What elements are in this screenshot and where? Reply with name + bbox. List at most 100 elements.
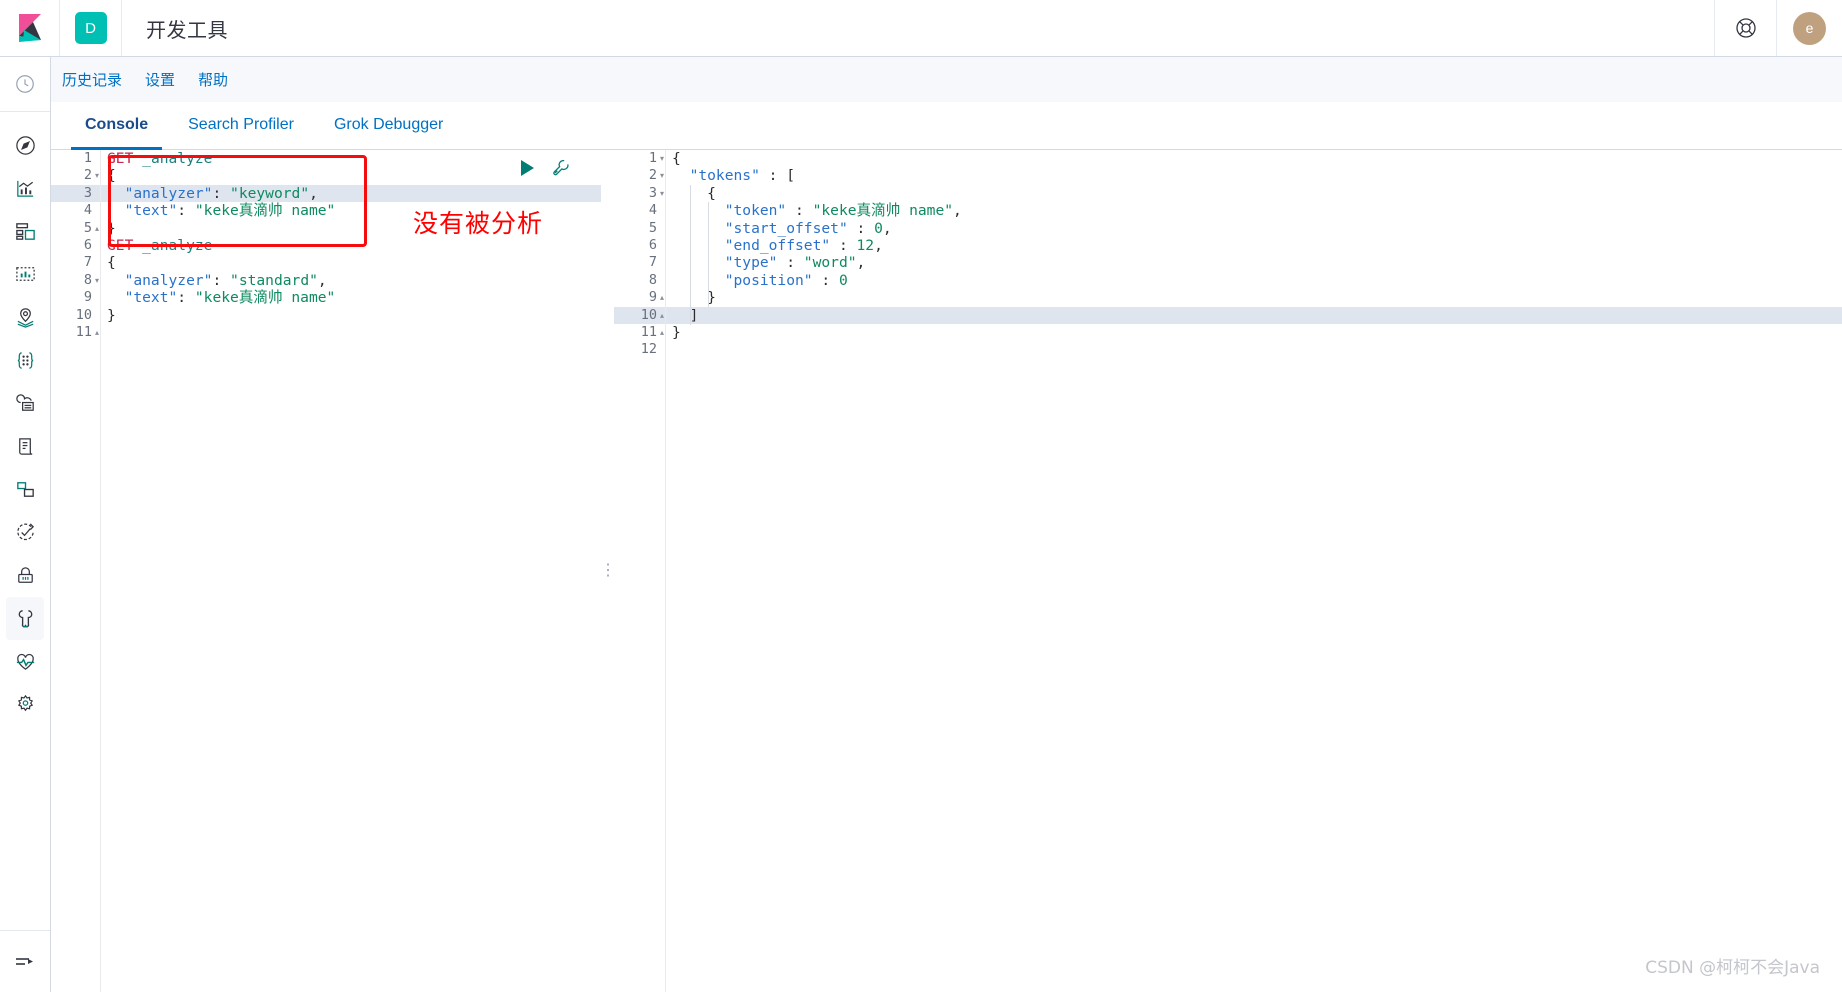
tab-console[interactable]: Console <box>71 116 163 150</box>
request-line-gutter: 1 2 ▾ 3 4 5 ▴ 6 7 8 ▾ 9 10 11 ▴ <box>51 150 101 992</box>
line-number: 11 <box>75 323 92 340</box>
code-token: "keyword" <box>230 184 310 202</box>
space-badge-wrap[interactable]: D <box>60 0 122 56</box>
wrench-open-docs-icon[interactable] <box>551 158 571 183</box>
kibana-logo[interactable] <box>0 0 60 56</box>
avatar-cell[interactable]: e <box>1776 0 1842 56</box>
sidebar-item-apm[interactable] <box>0 468 50 511</box>
collapse-arrow-icon[interactable] <box>0 930 50 992</box>
code-token: "text" <box>124 289 178 307</box>
code-line[interactable]: "token" : "keke真滴帅 name", <box>666 202 1842 219</box>
code-line[interactable]: "end_offset" : 12, <box>666 237 1842 254</box>
code-line[interactable]: ] <box>666 306 1842 325</box>
code-token: "end_offset" <box>724 237 831 255</box>
code-token: , <box>953 202 962 220</box>
code-token: "token" <box>724 202 787 220</box>
line-number: 10 <box>75 306 92 323</box>
nav-link-settings[interactable]: 设置 <box>145 69 175 90</box>
code-line[interactable]: { <box>666 185 1842 202</box>
code-token: : <box>777 254 804 272</box>
gutter-line: 5 <box>614 220 665 237</box>
gutter-line: 2 ▾ <box>614 167 665 184</box>
code-token: : <box>212 184 231 202</box>
sidebar-item-maps[interactable] <box>0 296 50 339</box>
code-line[interactable]: "analyzer": "standard", <box>101 271 601 289</box>
code-line[interactable]: { <box>666 150 1842 167</box>
gutter-line: 4 <box>614 202 665 219</box>
gutter-line: 11 ▴ <box>614 324 665 341</box>
code-line[interactable]: } <box>666 289 1842 306</box>
nav-link-history[interactable]: 历史记录 <box>62 69 122 90</box>
code-token: "keke真滴帅 name" <box>194 289 336 307</box>
gutter-line: 3 <box>51 184 100 203</box>
sidebar-item-security[interactable] <box>0 554 50 597</box>
sidebar-item-dashboard[interactable] <box>0 210 50 253</box>
code-line[interactable]: { <box>101 254 601 271</box>
code-token: : <box>212 271 231 289</box>
gutter-line: 11 ▴ <box>51 324 100 341</box>
gutter-line: 1 <box>51 150 100 167</box>
gutter-line: 1 ▾ <box>614 150 665 167</box>
sidebar-item-machine-learning[interactable] <box>0 339 50 382</box>
nav-link-help[interactable]: 帮助 <box>198 69 228 90</box>
code-line[interactable]: } <box>101 307 601 324</box>
gutter-line: 9 ▴ <box>614 289 665 306</box>
response-viewer-pane[interactable]: 1 ▾ 2 ▾ 3 ▾ 4 5 6 7 8 9 ▴ 10 ▴ 11 ▴ 12 { "tokens" : [ { "… <box>614 150 1842 992</box>
space-badge[interactable]: D <box>74 12 107 44</box>
code-token: , <box>309 184 318 202</box>
code-token: : <box>847 219 875 237</box>
sidebar-item-infrastructure[interactable] <box>0 382 50 425</box>
tab-grok-debugger[interactable]: Grok Debugger <box>320 116 457 150</box>
line-number: 9 <box>83 289 92 306</box>
annotation-label: 没有被分析 <box>413 209 544 238</box>
code-line[interactable]: "text": "keke真滴帅 name" <box>101 289 601 307</box>
sidebar-item-uptime[interactable] <box>0 640 50 683</box>
gutter-line: 6 <box>51 237 100 254</box>
request-editor-pane[interactable]: 1 2 ▾ 3 4 5 ▴ 6 7 8 ▾ 9 10 11 ▴ GET _analyze{ "analyze… <box>51 150 602 992</box>
pane-divider[interactable]: ⋮ <box>600 150 616 992</box>
line-number: 8 <box>648 271 657 288</box>
code-token: { <box>707 184 716 202</box>
code-token: "tokens" <box>689 167 760 185</box>
play-send-request-icon[interactable] <box>517 158 537 183</box>
code-line[interactable]: "start_offset" : 0, <box>666 220 1842 237</box>
code-line[interactable]: "tokens" : [ <box>666 167 1842 184</box>
code-line[interactable]: "analyzer": "keyword", <box>101 184 601 203</box>
line-number: 5 <box>648 219 657 236</box>
sidebar-item-siem[interactable] <box>0 511 50 554</box>
code-token: GET <box>107 237 143 255</box>
tab-search-profiler[interactable]: Search Profiler <box>174 116 308 150</box>
gutter-line: 8 ▾ <box>51 272 100 289</box>
code-token: : <box>759 167 787 185</box>
code-token: "word" <box>803 254 857 272</box>
avatar[interactable]: e <box>1793 11 1826 45</box>
sidebar-item-dev-tools[interactable] <box>6 597 44 640</box>
code-token: { <box>107 167 116 185</box>
sidebar-item-visualize[interactable] <box>0 167 50 210</box>
recently-viewed-clock-icon[interactable] <box>0 57 50 112</box>
code-token: , <box>874 237 883 255</box>
gutter-line: 10 <box>51 307 100 324</box>
line-number: 1 <box>648 150 657 166</box>
request-actions <box>517 158 571 183</box>
sidebar-item-discover[interactable] <box>0 124 50 167</box>
code-token: _analyze <box>142 237 213 255</box>
code-token: "type" <box>724 254 778 272</box>
code-line[interactable]: "position" : 0 <box>666 272 1842 289</box>
code-line[interactable]: } <box>666 324 1842 341</box>
gutter-line: 10 ▴ <box>614 306 665 324</box>
line-number: 7 <box>83 254 92 271</box>
code-token: : <box>177 202 195 220</box>
sidebar-item-canvas[interactable] <box>0 253 50 296</box>
sidebar-item-management[interactable] <box>0 683 50 726</box>
code-line[interactable]: "type" : "word", <box>666 254 1842 271</box>
sidebar-item-logs[interactable] <box>0 425 50 468</box>
fold-toggle-icon[interactable]: ▴ <box>92 324 102 341</box>
help-life-ring-icon[interactable] <box>1714 0 1776 56</box>
indent-guide <box>708 202 709 307</box>
line-number: 11 <box>640 323 657 340</box>
console-body: 1 2 ▾ 3 4 5 ▴ 6 7 8 ▾ 9 10 11 ▴ GET _analyze{ "analyze… <box>51 150 1842 992</box>
